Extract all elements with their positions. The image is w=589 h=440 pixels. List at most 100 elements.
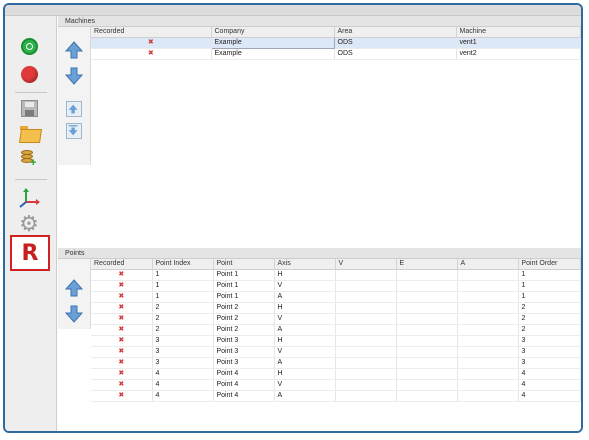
not-recorded-icon[interactable]: ✖ <box>91 324 153 336</box>
point-axis-cell[interactable]: A <box>274 390 336 402</box>
not-recorded-icon[interactable]: ✖ <box>91 390 153 402</box>
move-down-arrow-icon[interactable] <box>65 67 83 85</box>
point-a-cell[interactable] <box>457 324 519 336</box>
point-index-cell[interactable]: 1 <box>152 280 214 292</box>
not-recorded-icon[interactable]: ✖ <box>91 37 212 49</box>
points-col-v[interactable]: V <box>335 259 397 270</box>
point-axis-cell[interactable]: V <box>274 280 336 292</box>
point-index-cell[interactable]: 3 <box>152 346 214 358</box>
point-row[interactable]: ✖ 3 Point 3V3 <box>91 346 581 358</box>
move-up-arrow-icon[interactable] <box>65 279 83 297</box>
point-v-cell[interactable] <box>335 357 397 369</box>
axis-button[interactable] <box>17 186 41 210</box>
move-down-arrow-icon[interactable] <box>65 305 83 323</box>
point-a-cell[interactable] <box>457 302 519 314</box>
point-point-cell[interactable]: Point 4 <box>213 368 275 380</box>
move-up-arrow-icon[interactable] <box>65 41 83 59</box>
record-button[interactable] <box>17 34 41 58</box>
point-order-cell[interactable]: 2 <box>518 302 581 314</box>
move-to-bottom-button[interactable] <box>66 123 82 139</box>
point-e-cell[interactable] <box>396 313 458 325</box>
point-e-cell[interactable] <box>396 291 458 303</box>
point-order-cell[interactable]: 2 <box>518 324 581 336</box>
machines-col-machine[interactable]: Machine <box>456 27 581 38</box>
point-a-cell[interactable] <box>457 291 519 303</box>
point-a-cell[interactable] <box>457 379 519 391</box>
point-axis-cell[interactable]: H <box>274 302 336 314</box>
point-v-cell[interactable] <box>335 390 397 402</box>
r-button[interactable]: R <box>10 235 50 271</box>
not-recorded-icon[interactable]: ✖ <box>91 313 153 325</box>
point-a-cell[interactable] <box>457 335 519 347</box>
point-order-cell[interactable]: 4 <box>518 368 581 380</box>
point-axis-cell[interactable]: V <box>274 379 336 391</box>
point-a-cell[interactable] <box>457 368 519 380</box>
point-a-cell[interactable] <box>457 313 519 325</box>
point-order-cell[interactable]: 4 <box>518 379 581 391</box>
point-index-cell[interactable]: 3 <box>152 357 214 369</box>
points-col-point-index[interactable]: Point Index <box>152 259 214 270</box>
point-a-cell[interactable] <box>457 357 519 369</box>
not-recorded-icon[interactable]: ✖ <box>91 368 153 380</box>
point-point-cell[interactable]: Point 2 <box>213 313 275 325</box>
point-row[interactable]: ✖ 1 Point 1H1 <box>91 269 581 281</box>
machine-company-cell[interactable]: Example <box>211 48 335 60</box>
point-a-cell[interactable] <box>457 390 519 402</box>
point-row[interactable]: ✖ 1 Point 1V1 <box>91 280 581 292</box>
point-order-cell[interactable]: 3 <box>518 335 581 347</box>
point-index-cell[interactable]: 4 <box>152 390 214 402</box>
point-e-cell[interactable] <box>396 379 458 391</box>
point-v-cell[interactable] <box>335 324 397 336</box>
point-e-cell[interactable] <box>396 280 458 292</box>
point-v-cell[interactable] <box>335 335 397 347</box>
point-v-cell[interactable] <box>335 313 397 325</box>
point-row[interactable]: ✖ 4 Point 4V4 <box>91 379 581 391</box>
point-index-cell[interactable]: 3 <box>152 335 214 347</box>
point-v-cell[interactable] <box>335 291 397 303</box>
point-v-cell[interactable] <box>335 302 397 314</box>
stop-button[interactable] <box>17 62 41 86</box>
point-order-cell[interactable]: 4 <box>518 390 581 402</box>
points-col-e[interactable]: E <box>396 259 458 270</box>
point-row[interactable]: ✖ 2 Point 2H2 <box>91 302 581 314</box>
point-axis-cell[interactable]: A <box>274 291 336 303</box>
point-v-cell[interactable] <box>335 280 397 292</box>
point-row[interactable]: ✖ 1 Point 1A1 <box>91 291 581 303</box>
point-point-cell[interactable]: Point 4 <box>213 390 275 402</box>
point-order-cell[interactable]: 1 <box>518 291 581 303</box>
add-database-button[interactable]: + <box>17 146 41 170</box>
point-row[interactable]: ✖ 3 Point 3A3 <box>91 357 581 369</box>
point-axis-cell[interactable]: A <box>274 324 336 336</box>
point-e-cell[interactable] <box>396 390 458 402</box>
not-recorded-icon[interactable]: ✖ <box>91 335 153 347</box>
points-col-a[interactable]: A <box>457 259 519 270</box>
point-order-cell[interactable]: 1 <box>518 280 581 292</box>
point-index-cell[interactable]: 4 <box>152 379 214 391</box>
machine-machine-cell[interactable]: vent2 <box>456 48 581 60</box>
machine-company-cell[interactable]: Example <box>210 36 335 49</box>
point-point-cell[interactable]: Point 1 <box>213 280 275 292</box>
not-recorded-icon[interactable]: ✖ <box>91 280 153 292</box>
point-row[interactable]: ✖ 4 Point 4H4 <box>91 368 581 380</box>
point-axis-cell[interactable]: A <box>274 357 336 369</box>
point-e-cell[interactable] <box>396 324 458 336</box>
open-button[interactable] <box>17 121 41 145</box>
save-button[interactable] <box>17 96 41 120</box>
point-point-cell[interactable]: Point 2 <box>213 302 275 314</box>
not-recorded-icon[interactable]: ✖ <box>91 346 153 358</box>
point-index-cell[interactable]: 2 <box>152 313 214 325</box>
not-recorded-icon[interactable]: ✖ <box>91 302 153 314</box>
points-col-point-order[interactable]: Point Order <box>518 259 581 270</box>
point-axis-cell[interactable]: V <box>274 346 336 358</box>
point-row[interactable]: ✖ 2 Point 2V2 <box>91 313 581 325</box>
point-point-cell[interactable]: Point 1 <box>213 269 275 281</box>
not-recorded-icon[interactable]: ✖ <box>91 357 153 369</box>
points-col-recorded[interactable]: Recorded <box>91 259 153 270</box>
point-v-cell[interactable] <box>335 269 397 281</box>
point-point-cell[interactable]: Point 3 <box>213 357 275 369</box>
machines-col-area[interactable]: Area <box>334 27 457 38</box>
machines-col-company[interactable]: Company <box>211 27 335 38</box>
point-order-cell[interactable]: 3 <box>518 357 581 369</box>
point-point-cell[interactable]: Point 2 <box>213 324 275 336</box>
point-index-cell[interactable]: 2 <box>152 324 214 336</box>
